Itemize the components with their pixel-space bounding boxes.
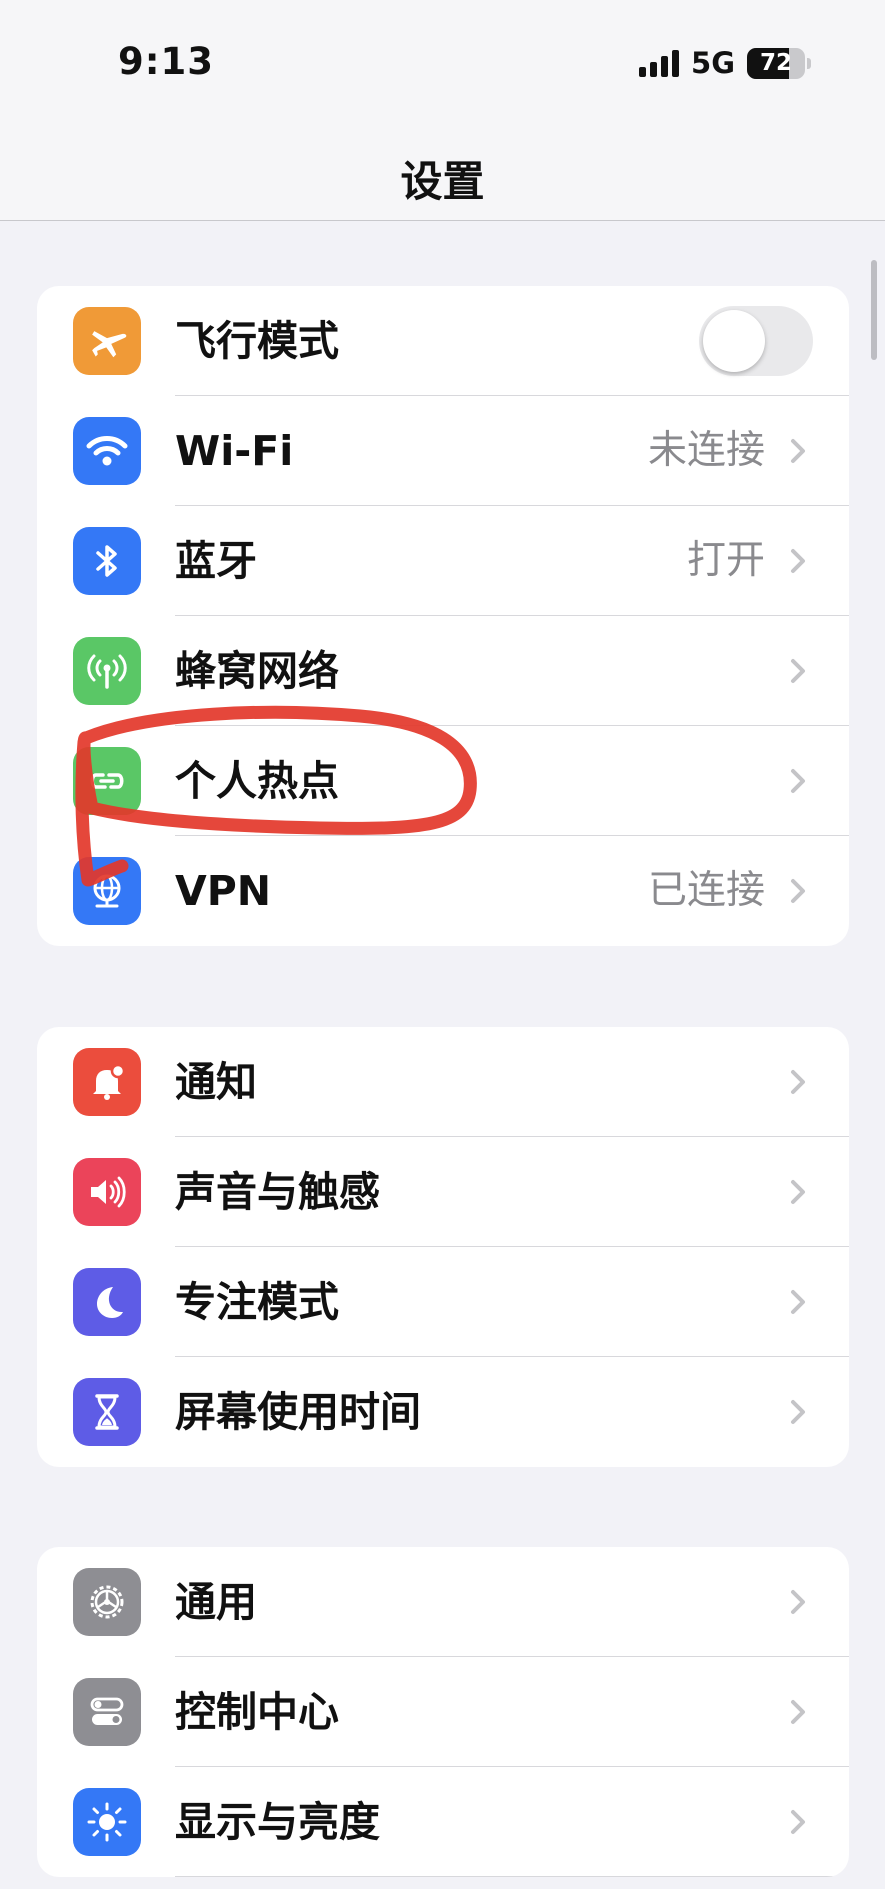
row-display-brightness[interactable]: 显示与亮度 <box>37 1767 849 1877</box>
row-vpn[interactable]: VPN 已连接 <box>37 836 849 946</box>
row-screen-time[interactable]: 屏幕使用时间 <box>37 1357 849 1467</box>
speaker-icon <box>73 1158 141 1226</box>
row-label: 声音与触感 <box>175 1168 380 1216</box>
battery-level: 72 <box>759 50 792 76</box>
vpn-globe-icon <box>73 857 141 925</box>
sun-icon <box>73 1788 141 1856</box>
row-label: 显示与亮度 <box>175 1798 380 1846</box>
row-bluetooth[interactable]: 蓝牙 打开 <box>37 506 849 616</box>
row-focus[interactable]: 专注模式 <box>37 1247 849 1357</box>
scroll-indicator[interactable] <box>871 260 877 360</box>
row-airplane-mode[interactable]: 飞行模式 <box>37 286 849 396</box>
row-label: 蜂窝网络 <box>175 647 339 695</box>
gear-icon <box>73 1568 141 1636</box>
settings-group-notifications: 通知 声音与触感 专注模式 屏幕使用时间 <box>37 1027 849 1467</box>
chevron-right-icon <box>791 1180 805 1204</box>
chevron-right-icon <box>791 1400 805 1424</box>
hourglass-icon <box>73 1378 141 1446</box>
nav-bar: 设置 <box>0 130 885 221</box>
chevron-right-icon <box>791 1070 805 1094</box>
status-bar: 9:13 5G 72 <box>0 0 885 130</box>
row-label: 个人热点 <box>175 757 339 805</box>
vpn-status: 已连接 <box>647 868 765 913</box>
bell-icon <box>73 1048 141 1116</box>
row-cellular[interactable]: 蜂窝网络 <box>37 616 849 726</box>
row-label: 通知 <box>175 1058 257 1106</box>
cellular-signal-icon <box>639 49 680 77</box>
chevron-right-icon <box>791 1700 805 1724</box>
row-notifications[interactable]: 通知 <box>37 1027 849 1137</box>
row-general[interactable]: 通用 <box>37 1547 849 1657</box>
hotspot-icon <box>73 747 141 815</box>
row-label: 通用 <box>175 1578 257 1626</box>
airplane-icon <box>73 307 141 375</box>
chevron-right-icon <box>791 1590 805 1614</box>
row-control-center[interactable]: 控制中心 <box>37 1657 849 1767</box>
toggles-icon <box>73 1678 141 1746</box>
bluetooth-icon <box>73 527 141 595</box>
network-type: 5G <box>691 46 735 80</box>
wifi-status: 未连接 <box>647 428 765 473</box>
wifi-icon <box>73 417 141 485</box>
row-label: VPN <box>175 867 272 915</box>
chevron-right-icon <box>791 1810 805 1834</box>
row-label: Wi-Fi <box>175 427 294 475</box>
cellular-icon <box>73 637 141 705</box>
bluetooth-status: 打开 <box>686 538 765 583</box>
battery-icon: 72 <box>747 47 805 79</box>
chevron-right-icon <box>791 549 805 573</box>
chevron-right-icon <box>791 1290 805 1314</box>
row-wifi[interactable]: Wi-Fi 未连接 <box>37 396 849 506</box>
chevron-right-icon <box>791 879 805 903</box>
row-label: 专注模式 <box>175 1278 339 1326</box>
battery-cap <box>807 57 811 69</box>
chevron-right-icon <box>791 659 805 683</box>
row-label: 蓝牙 <box>175 537 257 585</box>
page-title: 设置 <box>400 157 485 206</box>
settings-group-connectivity: 飞行模式 Wi-Fi 未连接 蓝牙 打开 蜂窝网络 个人热点 VPN 已连接 <box>37 286 849 946</box>
moon-icon <box>73 1268 141 1336</box>
row-label: 控制中心 <box>175 1688 339 1736</box>
toggle-knob <box>703 310 765 372</box>
divider <box>175 1876 849 1877</box>
row-personal-hotspot[interactable]: 个人热点 <box>37 726 849 836</box>
row-label: 飞行模式 <box>175 317 339 365</box>
chevron-right-icon <box>791 439 805 463</box>
airplane-mode-toggle[interactable] <box>699 306 813 376</box>
status-indicators: 5G 72 <box>639 46 811 80</box>
row-label: 屏幕使用时间 <box>175 1388 421 1436</box>
chevron-right-icon <box>791 769 805 793</box>
settings-group-general: 通用 控制中心 显示与亮度 <box>37 1547 849 1877</box>
row-sounds-haptics[interactable]: 声音与触感 <box>37 1137 849 1247</box>
status-time: 9:13 <box>118 40 215 83</box>
